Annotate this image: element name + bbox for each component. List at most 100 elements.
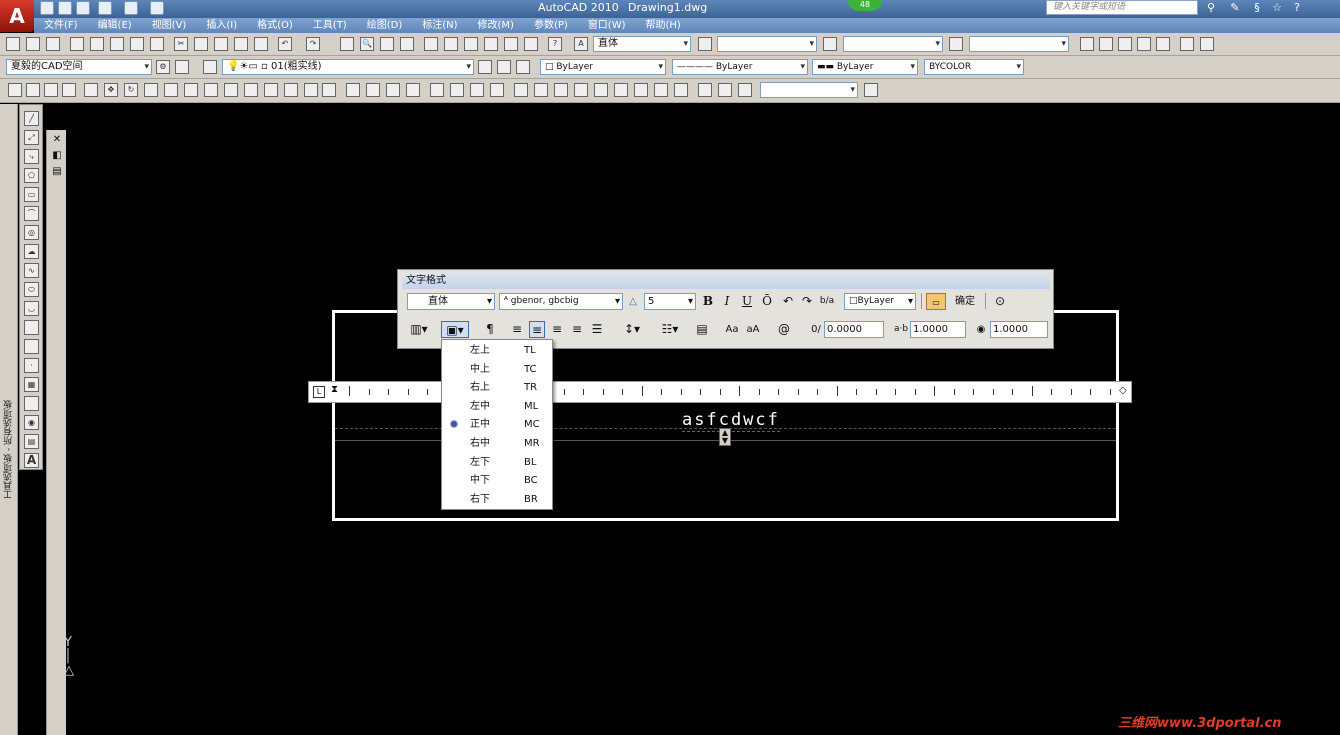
stretch-icon[interactable] (164, 83, 178, 97)
dim-tool-4-icon[interactable] (62, 83, 76, 97)
chamfer-icon[interactable] (284, 83, 298, 97)
menu-insert[interactable]: 插入(I) (206, 18, 237, 33)
menu-draw[interactable]: 绘图(D) (367, 18, 403, 33)
height-combo[interactable]: 5 (644, 293, 696, 310)
dim-linear-icon[interactable] (346, 83, 360, 97)
sheet-icon[interactable] (150, 37, 164, 51)
dim-tool-5-icon[interactable] (84, 83, 98, 97)
dim-tool-1-icon[interactable] (8, 83, 22, 97)
qnew-icon[interactable] (6, 37, 20, 51)
justify-item-mc[interactable]: 正中 MC (442, 416, 552, 435)
dim-tool-2-icon[interactable] (26, 83, 40, 97)
width-factor-input[interactable]: 1.0000 (990, 321, 1048, 338)
dim-diameter-icon[interactable] (470, 83, 484, 97)
redo-tool-icon[interactable]: ↷ (306, 37, 320, 51)
dim-text-edit-icon[interactable] (718, 83, 732, 97)
justify-item-mr[interactable]: 右中 MR (442, 435, 552, 454)
dim-style-manager-icon[interactable] (864, 83, 878, 97)
autohide-icon[interactable]: ◧ (51, 150, 63, 162)
align-right-icon[interactable]: ≡ (549, 321, 565, 338)
polyline-icon[interactable]: ⤷ (24, 149, 39, 164)
zoom-previous-icon[interactable] (400, 37, 414, 51)
3d-tool-7-icon[interactable] (1200, 37, 1214, 51)
multiline-text-icon[interactable]: A (24, 453, 39, 468)
font-combo[interactable]: ᴬ gbenor, gbcbig (499, 293, 623, 310)
symbol-button[interactable]: @ (774, 321, 794, 338)
redo-text-icon[interactable]: ↷ (799, 293, 815, 310)
3d-tool-2-icon[interactable] (1099, 37, 1113, 51)
binoculars-icon[interactable]: ⚲ (1204, 1, 1218, 15)
gradient-icon[interactable] (24, 396, 39, 411)
plot-icon[interactable] (70, 37, 84, 51)
tracking-input[interactable]: 1.0000 (910, 321, 966, 338)
menu-modify[interactable]: 修改(M) (478, 18, 514, 33)
menu-tools[interactable]: 工具(T) (313, 18, 347, 33)
inspection-icon[interactable] (654, 83, 668, 97)
numbering-icon[interactable]: ☷▾ (657, 321, 683, 338)
annotative-icon[interactable]: △ (625, 293, 641, 310)
quickcalc-icon[interactable] (524, 37, 538, 51)
text-editor-ruler[interactable]: L ⧗ ◇ (308, 381, 1132, 403)
workspace-combo[interactable]: 夏毅的CAD空间 (6, 59, 152, 75)
redo-icon[interactable] (124, 1, 138, 15)
dim-space-icon[interactable] (574, 83, 588, 97)
workspace-settings-icon[interactable]: ⚙ (156, 60, 170, 74)
layer-combo[interactable]: 💡☀▭ ▫ 01(粗实线) (222, 59, 474, 75)
paragraph-icon[interactable]: ¶ (482, 321, 498, 338)
text-style-icon[interactable]: A (574, 37, 588, 51)
undo-icon[interactable] (98, 1, 112, 15)
insert-field-icon[interactable]: ▤ (694, 321, 710, 338)
spline-icon[interactable]: ∿ (24, 263, 39, 278)
align-center-icon[interactable]: ≡ (529, 321, 545, 338)
insert-block-icon[interactable] (24, 320, 39, 335)
save-icon[interactable] (76, 1, 90, 15)
sheet-set-icon[interactable] (484, 37, 498, 51)
dim-radius-icon[interactable] (430, 83, 444, 97)
quick-dim-icon[interactable] (514, 83, 528, 97)
tools-icon[interactable]: ✎ (1228, 1, 1242, 15)
3d-dwf-icon[interactable] (130, 37, 144, 51)
properties-icon[interactable] (424, 37, 438, 51)
rectangle-icon[interactable]: ▭ (24, 187, 39, 202)
polygon-icon[interactable]: ⬠ (24, 168, 39, 183)
ruler-width-handle-icon[interactable]: ◇ (1119, 385, 1127, 396)
save-file-icon[interactable] (46, 37, 60, 51)
bold-button[interactable]: B (700, 293, 716, 310)
layer-states-icon[interactable] (516, 60, 530, 74)
table-style-icon[interactable] (823, 37, 837, 51)
dim-style-icon[interactable] (698, 37, 712, 51)
block-editor-icon[interactable] (254, 37, 268, 51)
tolerance-icon[interactable] (614, 83, 628, 97)
join-icon[interactable] (264, 83, 278, 97)
search-input[interactable]: 键入关键字或短语 (1046, 0, 1198, 15)
justify-item-tl[interactable]: 左上 TL (442, 342, 552, 361)
extend-icon[interactable] (204, 83, 218, 97)
close-icon[interactable]: ✕ (51, 134, 63, 146)
dim-baseline-icon[interactable] (534, 83, 548, 97)
undo-tool-icon[interactable]: ↶ (278, 37, 292, 51)
3d-tool-6-icon[interactable] (1180, 37, 1194, 51)
scale-icon[interactable] (144, 83, 158, 97)
menu-format[interactable]: 格式(O) (257, 18, 293, 33)
menu-view[interactable]: 视图(V) (152, 18, 187, 33)
ellipse-icon[interactable]: ⬭ (24, 282, 39, 297)
italic-button[interactable]: I (719, 293, 735, 310)
dim-style-combo[interactable] (717, 36, 817, 52)
multileader-style-icon[interactable] (949, 37, 963, 51)
justify-item-ml[interactable]: 左中 ML (442, 398, 552, 417)
make-block-icon[interactable] (24, 339, 39, 354)
ok-button[interactable]: 确定 (951, 293, 979, 310)
dim-jogged-icon[interactable] (450, 83, 464, 97)
menu-file[interactable]: 文件(F) (44, 18, 78, 33)
dim-style-combo-2[interactable] (760, 82, 858, 98)
table-style-combo[interactable] (843, 36, 943, 52)
paste-icon[interactable] (214, 37, 228, 51)
copy-icon[interactable] (194, 37, 208, 51)
3d-tool-5-icon[interactable] (1156, 37, 1170, 51)
multileader-style-combo[interactable] (969, 36, 1069, 52)
revision-cloud-icon[interactable]: ☁ (24, 244, 39, 259)
center-mark-icon[interactable] (634, 83, 648, 97)
print-icon[interactable] (150, 1, 164, 15)
dim-break-icon[interactable] (594, 83, 608, 97)
justify-item-tr[interactable]: 右上 TR (442, 379, 552, 398)
